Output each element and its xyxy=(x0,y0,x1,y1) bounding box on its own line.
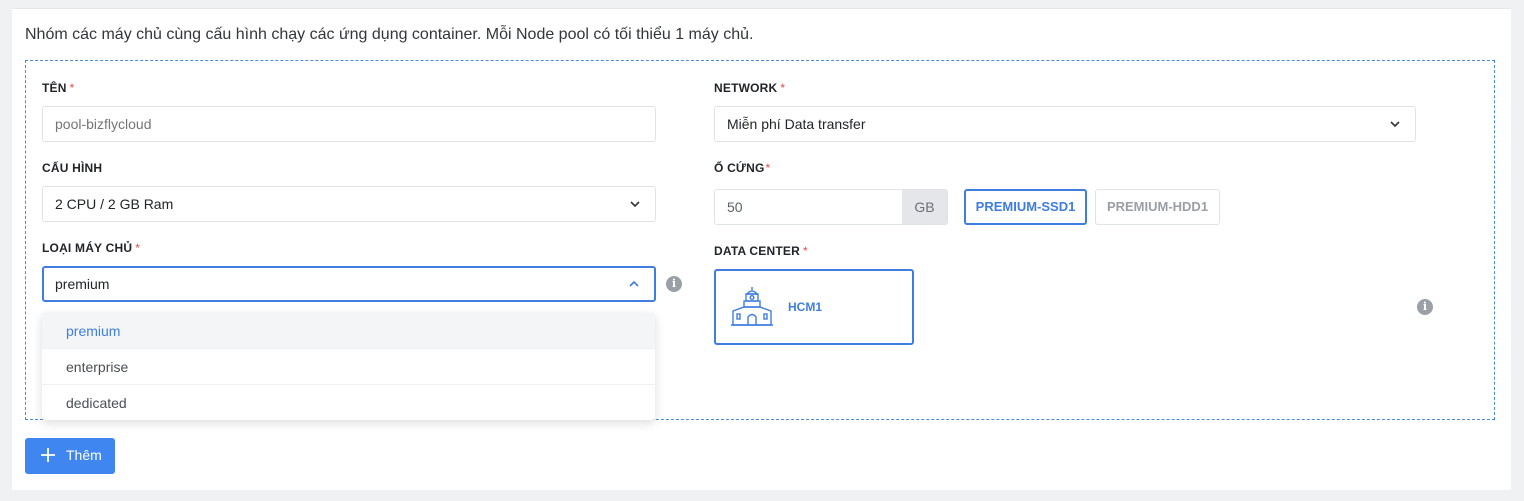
server-type-dropdown: premium enterprise dedicated xyxy=(42,313,655,420)
network-select-value: Miễn phí Data transfer xyxy=(727,116,866,132)
data-center-label-hcm1: HCM1 xyxy=(788,300,823,314)
plus-icon xyxy=(41,448,55,462)
name-label-text: TÊN xyxy=(42,81,67,95)
data-center-hcm1[interactable]: HCM1 xyxy=(714,269,914,345)
node-pool-card: Nhóm các máy chủ cùng cấu hình chạy các … xyxy=(12,8,1511,490)
network-select[interactable]: Miễn phí Data transfer xyxy=(714,106,1416,142)
disk-type-premium-hdd1[interactable]: PREMIUM-HDD1 xyxy=(1095,189,1220,225)
required-mark: * xyxy=(780,81,786,95)
server-type-info-icon[interactable]: i xyxy=(666,276,682,292)
network-label-text: NETWORK xyxy=(714,81,778,95)
disk-label-text: Ổ CỨNG xyxy=(714,161,765,175)
dropdown-option[interactable]: enterprise xyxy=(42,349,655,385)
data-center-info-icon[interactable]: i xyxy=(1417,299,1433,315)
chevron-down-icon xyxy=(1390,121,1400,128)
server-type-label: LOẠI MÁY CHỦ * xyxy=(42,241,140,255)
data-center-label-text: DATA CENTER xyxy=(714,244,800,258)
add-button-label: Thêm xyxy=(66,447,102,463)
config-label-text: CẤU HÌNH xyxy=(42,161,103,175)
disk-label: Ổ CỨNG* xyxy=(714,161,770,175)
disk-size-value: 50 xyxy=(727,199,743,215)
config-select-value: 2 CPU / 2 GB Ram xyxy=(55,196,174,212)
disk-size-unit: GB xyxy=(902,190,947,224)
chevron-down-icon xyxy=(630,201,640,208)
node-pool-description: Nhóm các máy chủ cùng cấu hình chạy các … xyxy=(25,26,754,43)
disk-size-input[interactable]: 50 GB xyxy=(714,189,948,225)
data-center-label: DATA CENTER * xyxy=(714,244,808,258)
server-type-select[interactable]: premium xyxy=(42,266,656,302)
required-mark: * xyxy=(765,161,771,175)
building-icon xyxy=(731,287,773,326)
name-label: TÊN * xyxy=(42,81,74,95)
required-mark: * xyxy=(802,244,808,258)
server-type-select-value: premium xyxy=(55,276,110,292)
config-label: CẤU HÌNH xyxy=(42,161,102,175)
dropdown-option[interactable]: premium xyxy=(42,313,655,349)
server-type-label-text: LOẠI MÁY CHỦ xyxy=(42,241,133,255)
chevron-up-icon xyxy=(629,280,639,287)
dropdown-option[interactable]: dedicated xyxy=(42,385,655,421)
network-label: NETWORK * xyxy=(714,81,785,95)
config-select[interactable]: 2 CPU / 2 GB Ram xyxy=(42,186,656,222)
name-input[interactable] xyxy=(42,106,656,142)
required-mark: * xyxy=(69,81,75,95)
required-mark: * xyxy=(135,241,141,255)
disk-type-premium-ssd1[interactable]: PREMIUM-SSD1 xyxy=(964,189,1087,225)
add-node-pool-button[interactable]: Thêm xyxy=(25,438,115,474)
